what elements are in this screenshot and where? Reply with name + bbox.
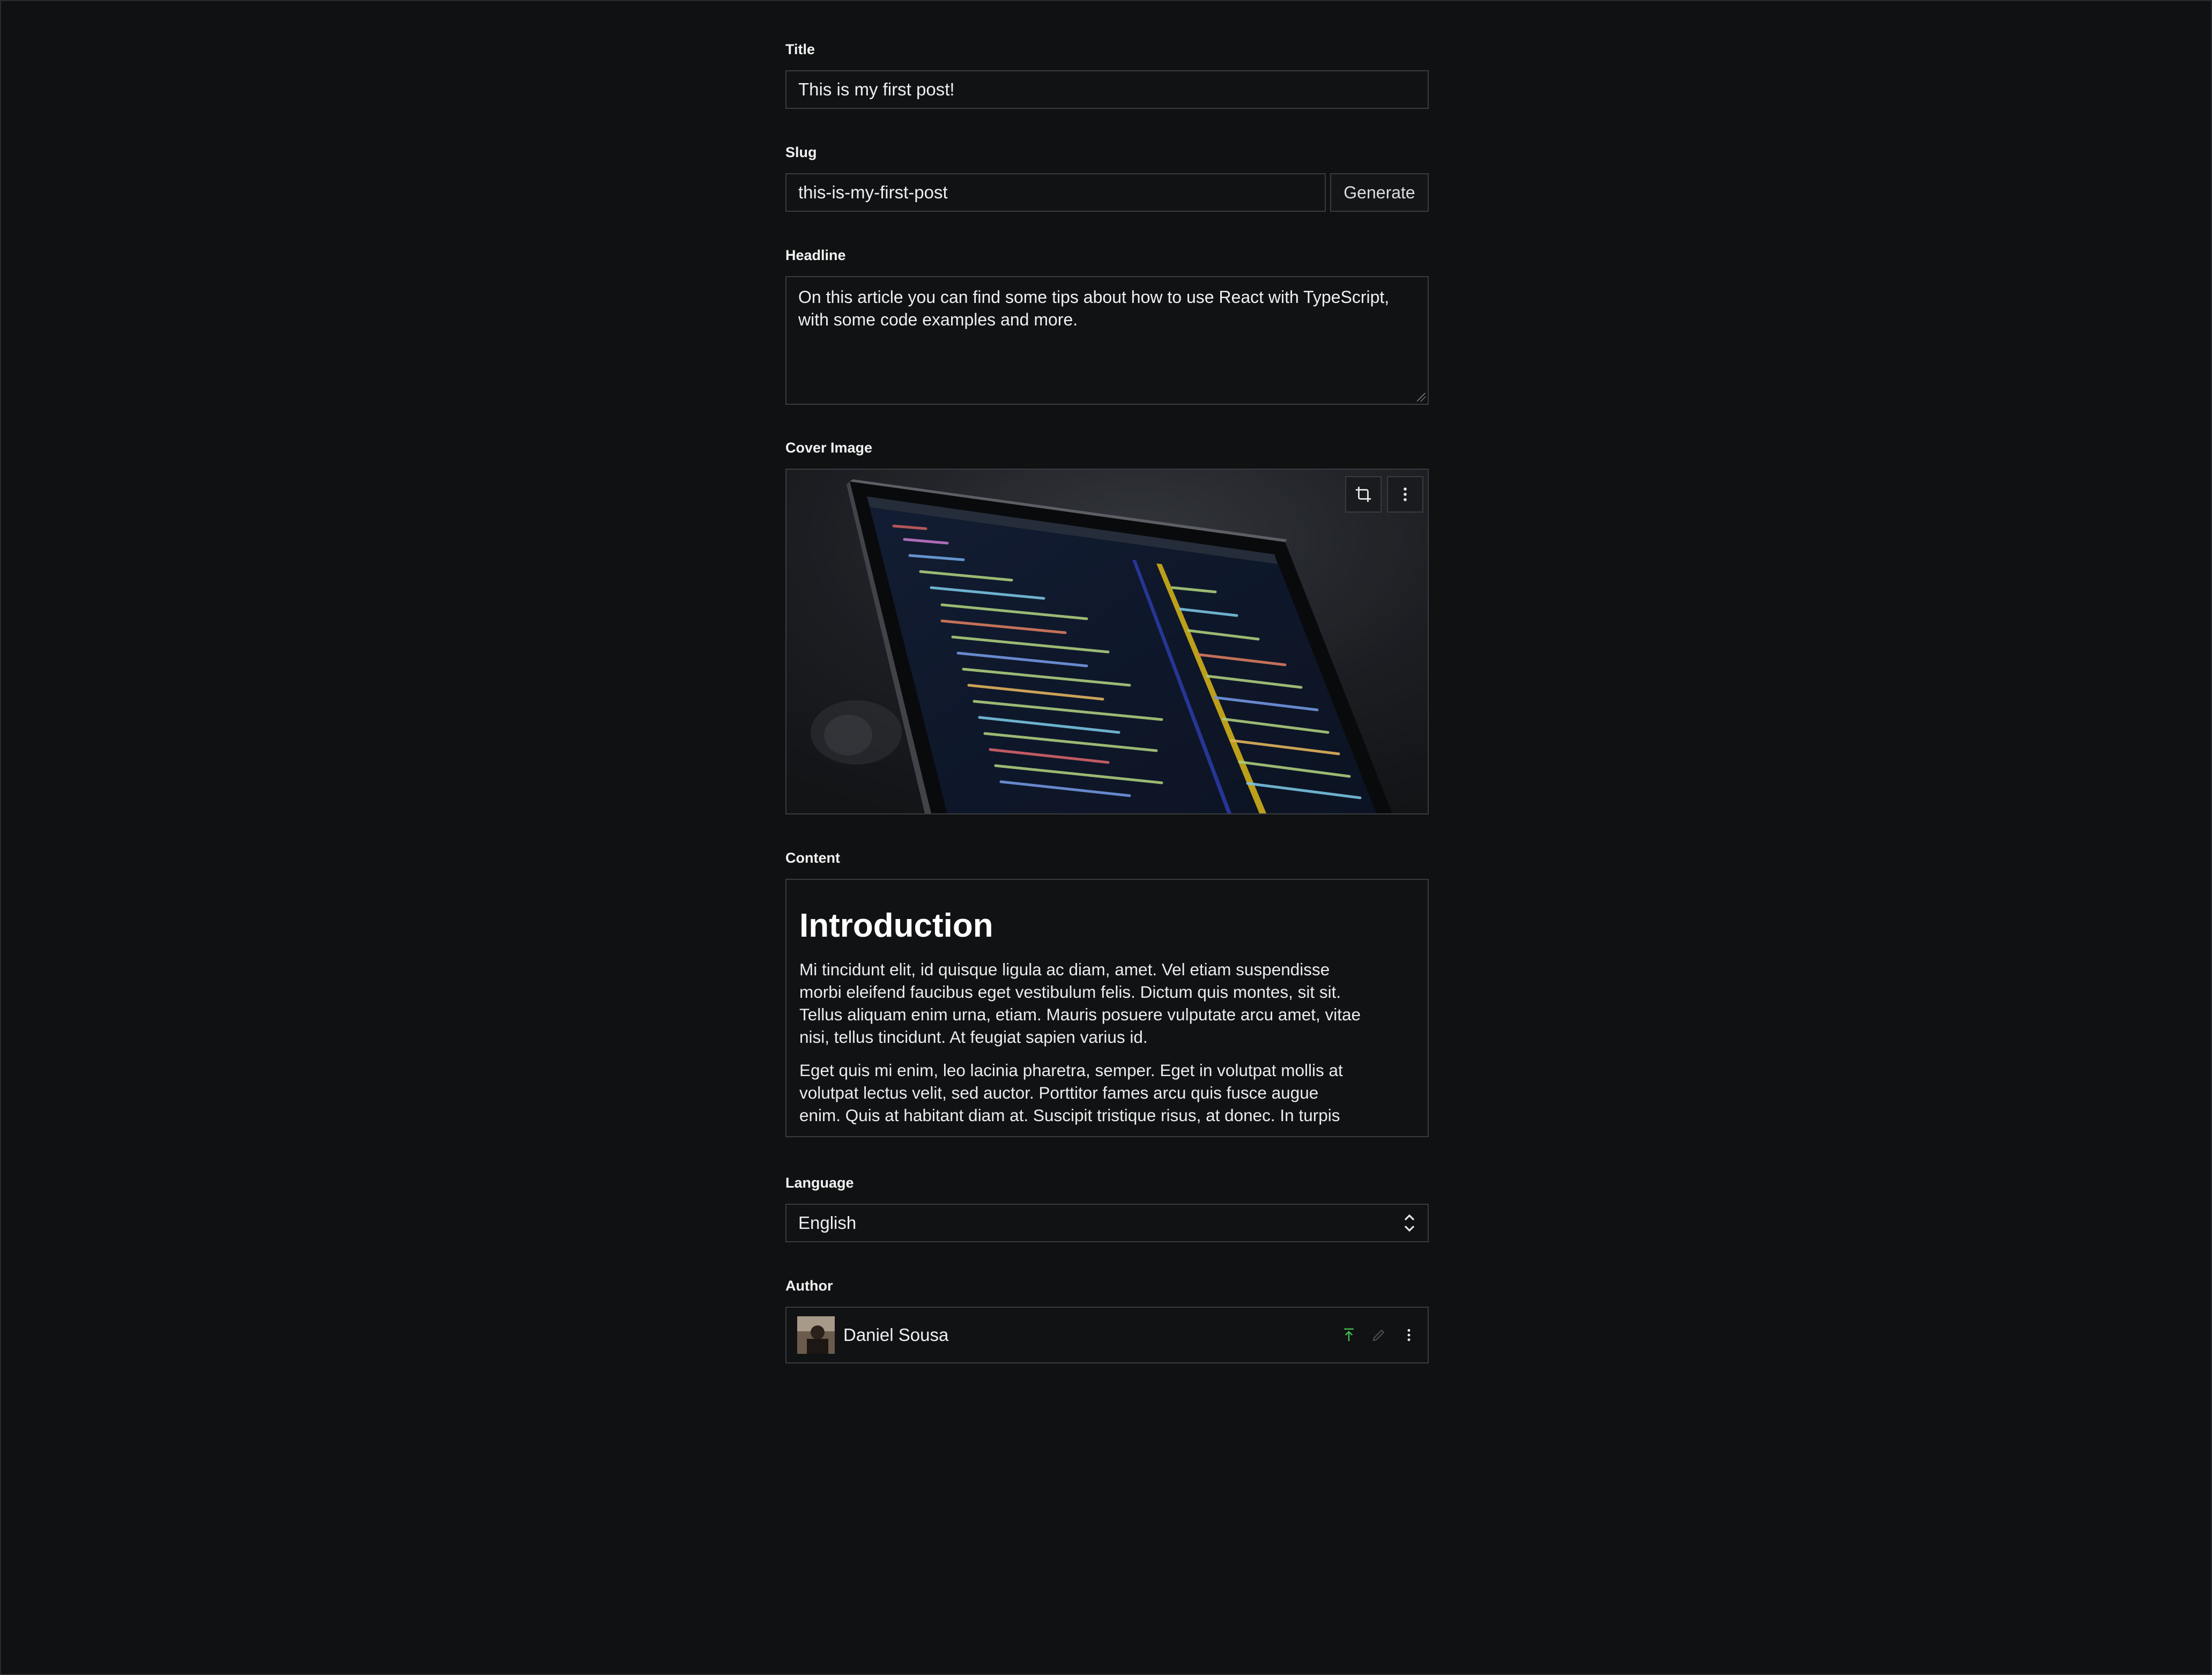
language-field: Language English <box>785 1174 1429 1242</box>
author-reference[interactable]: Daniel Sousa <box>785 1307 1429 1363</box>
title-field: Title This is my first post! <box>785 40 1429 109</box>
content-paragraph: Mi tincidunt elit, id quisque ligula ac … <box>799 958 1415 1048</box>
language-label: Language <box>785 1175 854 1191</box>
headline-line: On this article you can find some tips a… <box>798 287 1390 307</box>
image-more-button[interactable] <box>1387 476 1423 513</box>
more-vertical-icon <box>1404 487 1407 501</box>
resize-handle-icon[interactable] <box>1417 393 1426 402</box>
content-editor[interactable]: Introduction Mi tincidunt elit, id quisq… <box>785 879 1429 1137</box>
content-label: Content <box>785 850 840 866</box>
generate-slug-button[interactable]: Generate <box>1330 173 1429 212</box>
crop-icon <box>1355 486 1371 502</box>
paragraph-line: Eget quis mi enim, leo lacinia pharetra,… <box>799 1061 1343 1080</box>
content-paragraph: Eget quis mi enim, leo lacinia pharetra,… <box>799 1059 1415 1126</box>
slug-field: Slug this-is-my-first-post Generate <box>785 143 1429 212</box>
language-value: English <box>798 1213 857 1233</box>
paragraph-line: enim. Quis at habitant diam at. Suscipit… <box>799 1106 1340 1125</box>
more-vertical-icon[interactable] <box>1401 1327 1417 1343</box>
paragraph-line: Tellus aliquam enim urna, etiam. Mauris … <box>799 1005 1361 1024</box>
cover-image[interactable] <box>785 469 1429 814</box>
headline-line: with some code examples and more. <box>798 310 1078 329</box>
author-name: Daniel Sousa <box>843 1325 949 1345</box>
paragraph-line: morbi eleifend faucibus eget vestibulum … <box>799 982 1341 1002</box>
cover-image-field: Cover Image <box>785 439 1429 814</box>
laptop-code-photo <box>786 470 1428 813</box>
edit-icon[interactable] <box>1371 1327 1387 1343</box>
title-input[interactable]: This is my first post! <box>785 70 1429 109</box>
slug-input[interactable]: this-is-my-first-post <box>785 173 1326 212</box>
paragraph-line: volutpat lectus velit, sed auctor. Portt… <box>799 1083 1319 1102</box>
cover-image-label: Cover Image <box>785 440 873 456</box>
avatar <box>797 1316 835 1354</box>
author-label: Author <box>785 1278 833 1294</box>
crop-button[interactable] <box>1345 476 1382 513</box>
headline-label: Headline <box>785 247 846 263</box>
content-heading: Introduction <box>799 907 993 944</box>
content-field: Content Introduction Mi tincidunt elit, … <box>785 849 1429 1137</box>
title-label: Title <box>785 41 815 57</box>
chevron-up-down-icon <box>1404 1214 1415 1232</box>
author-field: Author Daniel Sousa <box>785 1277 1429 1363</box>
slug-label: Slug <box>785 144 817 160</box>
publish-icon[interactable] <box>1341 1327 1357 1343</box>
paragraph-line: Mi tincidunt elit, id quisque ligula ac … <box>799 960 1330 979</box>
headline-textarea[interactable]: On this article you can find some tips a… <box>785 276 1429 405</box>
language-select[interactable]: English <box>785 1204 1429 1242</box>
headline-field: Headline On this article you can find so… <box>785 246 1429 405</box>
paragraph-line: nisi, tellus tincidunt. At feugiat sapie… <box>799 1027 1148 1047</box>
